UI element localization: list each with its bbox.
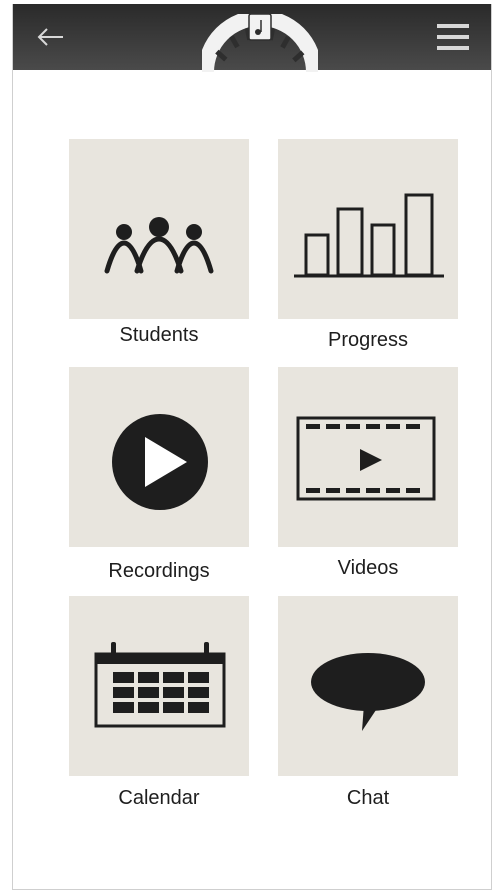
app-logo — [198, 10, 322, 74]
videos-tile[interactable] — [278, 367, 458, 547]
videos-label: Videos — [337, 557, 399, 579]
play-circle-icon — [112, 414, 208, 510]
recordings-label: Recordings — [108, 560, 210, 582]
chat-label: Chat — [346, 787, 390, 809]
piano-keys-logo — [198, 10, 322, 73]
calendar-tile[interactable] — [69, 596, 249, 776]
people-group-icon — [104, 217, 214, 274]
progress-tile[interactable] — [278, 139, 458, 319]
menu-button[interactable] — [433, 18, 473, 56]
film-strip-play-icon — [296, 416, 436, 501]
app-screen: Students Progress Recordings Videos Cale… — [12, 4, 492, 890]
students-label: Students — [119, 324, 199, 346]
hamburger-menu-icon — [437, 24, 469, 50]
bar-chart-icon — [294, 193, 444, 278]
arrow-left-icon — [37, 28, 63, 46]
back-button[interactable] — [33, 20, 73, 54]
students-tile[interactable] — [69, 139, 249, 319]
calendar-label: Calendar — [118, 787, 200, 809]
calendar-icon — [94, 642, 226, 728]
progress-label: Progress — [327, 329, 409, 351]
chat-tile[interactable] — [278, 596, 458, 776]
top-bar — [13, 4, 491, 73]
recordings-tile[interactable] — [69, 367, 249, 547]
speech-bubble-icon — [311, 653, 425, 731]
